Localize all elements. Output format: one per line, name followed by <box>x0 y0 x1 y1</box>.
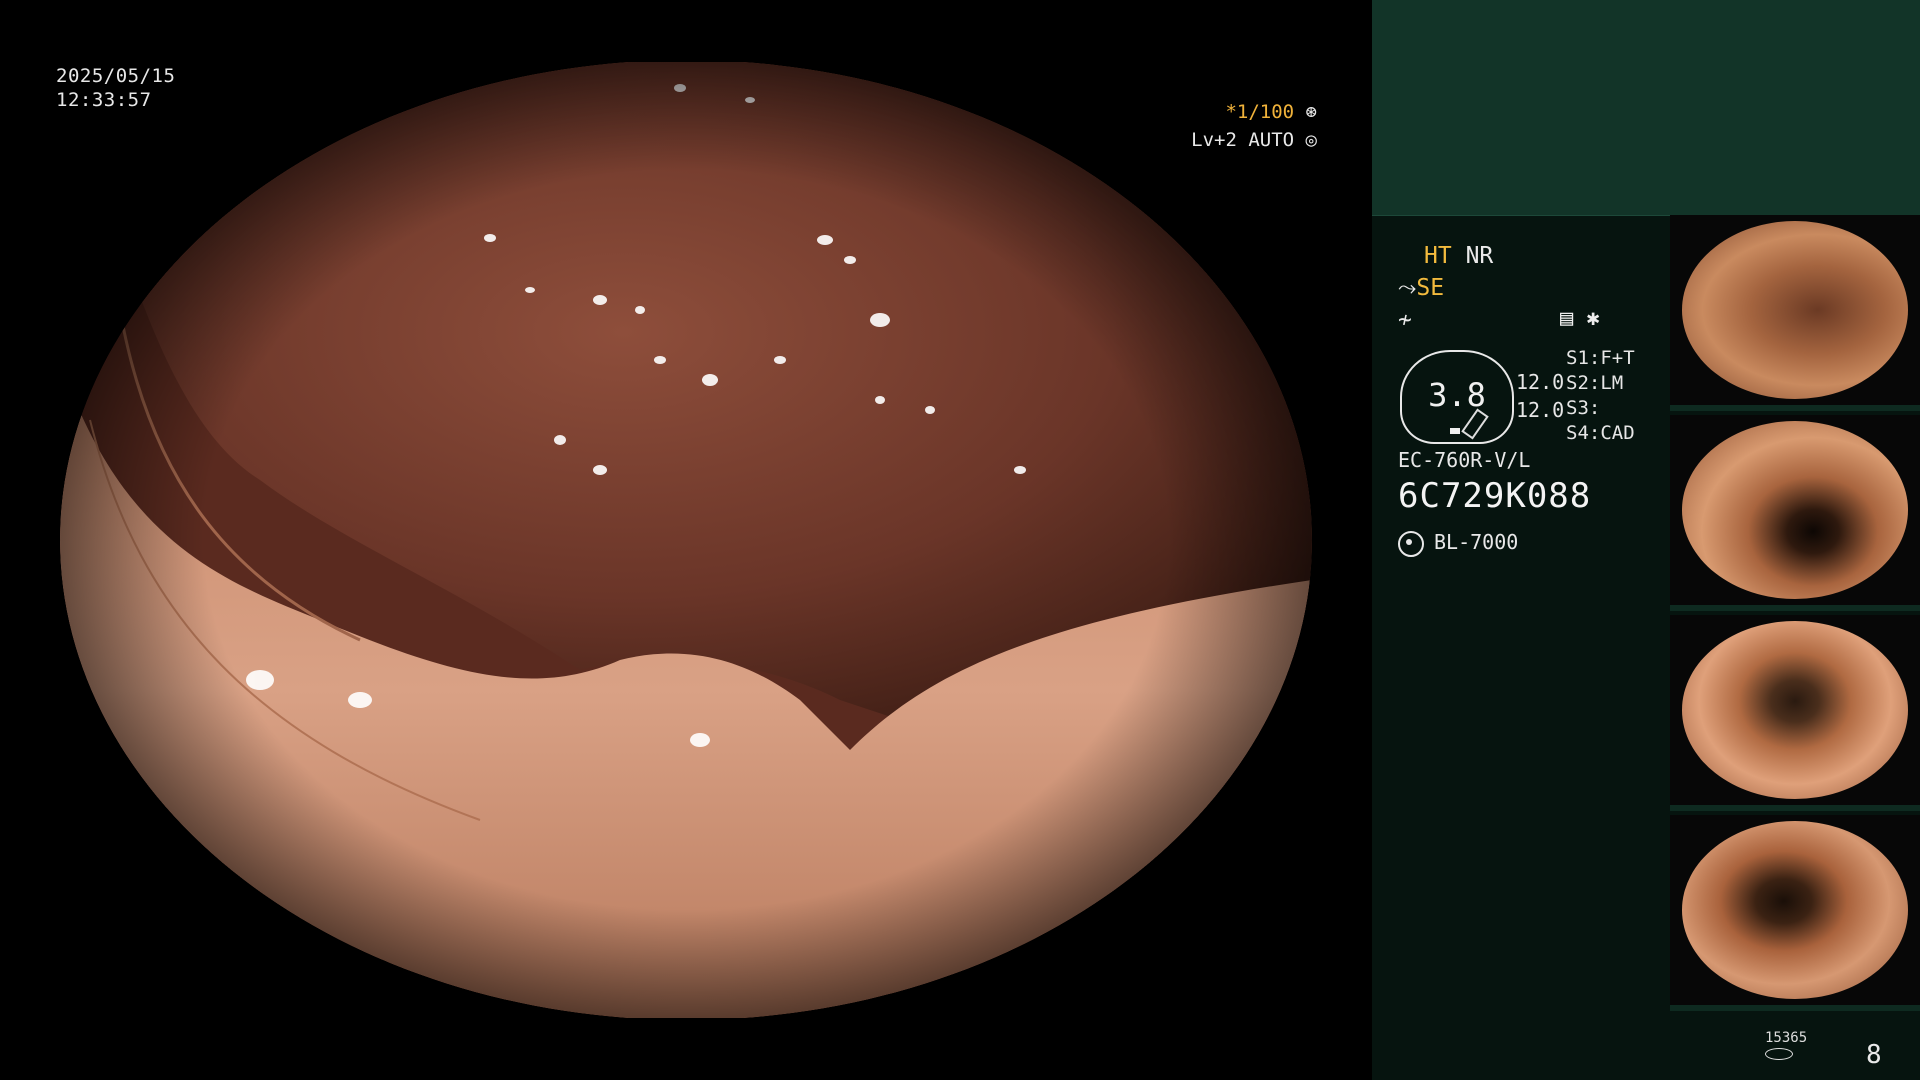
gauge-value: 3.8 <box>1428 376 1486 414</box>
time-text: 12:33:57 <box>56 89 152 111</box>
thumbnail-image <box>1682 821 1908 999</box>
enhance-icon: ⤳ <box>1398 275 1417 301</box>
thumbnail-1[interactable] <box>1670 215 1920 411</box>
switch-s4: S4:CAD <box>1566 422 1635 444</box>
filter-icon: ≁ <box>1398 307 1412 333</box>
zoom-gauge: 3.8 <box>1400 350 1514 444</box>
asterisk-icon: ✱ <box>1586 306 1600 331</box>
gauge-mark <box>1450 428 1460 434</box>
date-text: 2025/05/15 <box>56 65 176 87</box>
datetime: 2025/05/15 12:33:57 <box>56 64 175 112</box>
panel-header <box>1372 0 1920 216</box>
gain-value-2: 12.0 <box>1516 398 1565 422</box>
light-source: BL-7000 <box>1398 530 1518 557</box>
switch-s3: S3: <box>1566 397 1601 419</box>
mask-bottom <box>0 1018 1372 1080</box>
thumbnail-image <box>1682 421 1908 599</box>
thumbnail-strip <box>1670 215 1920 1015</box>
lamp-model: BL-7000 <box>1434 530 1519 554</box>
storage-icon <box>1765 1048 1793 1060</box>
thumbnail-3[interactable] <box>1670 615 1920 811</box>
exposure-info: *1/100 ⊛ Lv+2 AUTO ◎ <box>1191 98 1317 154</box>
iris-icon: ◎ <box>1305 129 1317 151</box>
gain-values: 12.0 12.0 <box>1516 368 1564 424</box>
menu-icon: ▤ <box>1560 306 1574 331</box>
info-panel: HT NR ⤳SE ≁ ▤ ✱ 3.8 12.0 12.0 S1:F+T S2:… <box>1372 0 1920 1080</box>
nr-label: NR <box>1465 243 1494 269</box>
switch-list: S1:F+T S2:LM S3: S4:CAD <box>1566 346 1635 446</box>
thumbnail-image <box>1682 221 1908 399</box>
ht-label: HT <box>1424 243 1452 269</box>
settings-block: HT NR ⤳SE ≁ <box>1398 240 1658 336</box>
se-label: SE <box>1416 275 1445 301</box>
page-number: 8 <box>1866 1040 1882 1070</box>
switch-s2: S2:LM <box>1566 372 1624 394</box>
lamp-icon <box>1398 530 1424 557</box>
scope-serial: 6C729K088 <box>1398 476 1592 516</box>
thumbnail-2[interactable] <box>1670 415 1920 611</box>
scope-model: EC-760R-V/L <box>1398 448 1531 472</box>
gain-value-1: 12.0 <box>1516 370 1565 394</box>
image-counter: 15365 <box>1765 1030 1807 1060</box>
aperture-icon: ⊛ <box>1305 101 1317 123</box>
thumbnail-image <box>1682 621 1908 799</box>
counter-value: 15365 <box>1765 1030 1808 1046</box>
endoscopic-image <box>60 60 1312 1020</box>
endoscope-view: 2025/05/15 12:33:57 *1/100 ⊛ Lv+2 AUTO ◎ <box>0 0 1372 1080</box>
switch-s1: S1:F+T <box>1566 347 1635 369</box>
status-icons: ▤ ✱ <box>1560 306 1600 331</box>
shutter-text: *1/100 <box>1225 101 1295 123</box>
level-text: Lv+2 AUTO <box>1191 129 1295 151</box>
mucosa-svg <box>60 60 1312 1020</box>
mask-top <box>0 0 1372 62</box>
thumbnail-4[interactable] <box>1670 815 1920 1011</box>
